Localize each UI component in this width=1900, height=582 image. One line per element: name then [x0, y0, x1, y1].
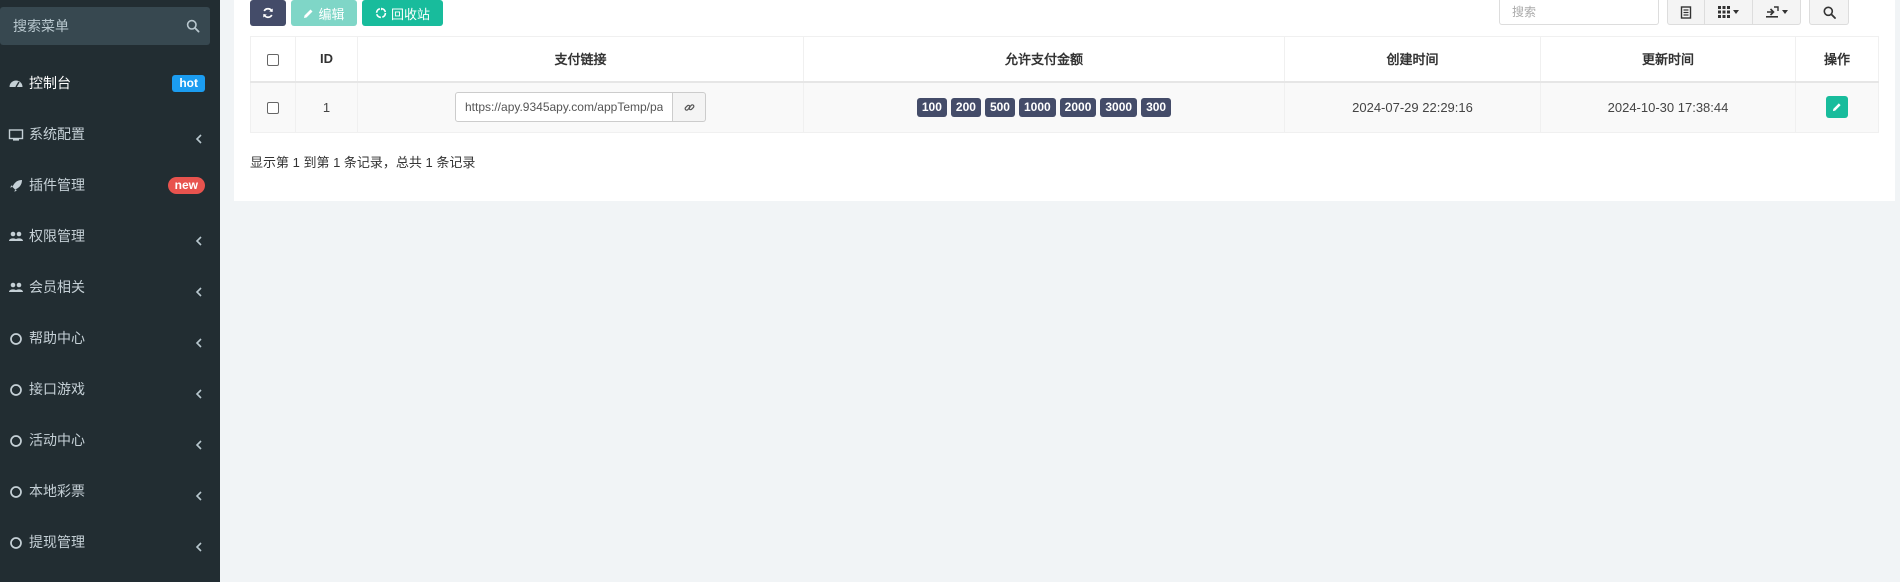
- circle-icon: [10, 435, 22, 447]
- menu-search-input[interactable]: [0, 7, 180, 45]
- caret-down-icon: [1733, 10, 1739, 14]
- header-pay-link[interactable]: 支付链接: [357, 36, 804, 83]
- chevron-left-icon: [195, 389, 202, 399]
- search-icon: [1823, 6, 1836, 19]
- hot-badge: hot: [172, 75, 205, 92]
- sidebar-item-dashboard[interactable]: 控制台 hot: [0, 58, 220, 109]
- sidebar-item-api-games[interactable]: 接口游戏: [0, 364, 220, 415]
- table-header-row: ID 支付链接 允许支付金额 创建时间 更新时间 操作: [250, 36, 1879, 83]
- amounts-cell: 100 200 500 1000 2000 3000 300: [803, 81, 1285, 133]
- list-view-icon: [1680, 5, 1692, 19]
- row-created-time: 2024-07-29 22:29:16: [1284, 81, 1541, 133]
- header-amounts[interactable]: 允许支付金额: [803, 36, 1285, 83]
- edit-button-label: 编辑: [318, 6, 345, 22]
- chevron-left-icon: [195, 236, 202, 246]
- amount-label: 300: [1141, 97, 1172, 117]
- header-created[interactable]: 创建时间: [1284, 36, 1541, 83]
- pay-link-group: [455, 92, 706, 123]
- sidebar-item-members[interactable]: 会员相关: [0, 262, 220, 313]
- sidebar-item-help-center[interactable]: 帮助中心: [0, 313, 220, 364]
- chevron-left-icon: [195, 542, 202, 552]
- header-id[interactable]: ID: [295, 36, 358, 83]
- sidebar-item-system-config[interactable]: 系统配置: [0, 109, 220, 160]
- rocket-icon: [10, 180, 22, 192]
- row-updated-time: 2024-10-30 17:38:44: [1540, 81, 1796, 133]
- amount-label: 500: [984, 97, 1015, 117]
- sidebar-item-label: 会员相关: [29, 279, 85, 295]
- pencil-icon: [304, 9, 313, 18]
- grid-icon: [1718, 6, 1730, 18]
- content-panel: 编辑 回收站 ID 支付链接 允许支付金额 创建时间 更新时间 操作: [234, 0, 1895, 201]
- row-id: 1: [295, 81, 358, 133]
- sidebar-item-label: 插件管理: [29, 177, 85, 193]
- recycle-bin-label: 回收站: [390, 6, 430, 22]
- row-actions-cell: [1795, 81, 1879, 133]
- caret-down-icon: [1782, 10, 1788, 14]
- sidebar-item-activity-center[interactable]: 活动中心: [0, 415, 220, 466]
- select-all-cell: [250, 36, 296, 83]
- table-search-input[interactable]: [1499, 0, 1659, 25]
- desktop-icon: [8, 129, 24, 141]
- chevron-left-icon: [195, 287, 202, 297]
- circle-icon: [10, 384, 22, 396]
- sidebar: 控制台 hot 系统配置 插件管理 new 权限管理 会员相关 帮助中心 接口游…: [0, 0, 220, 582]
- header-actions: 操作: [1795, 36, 1879, 83]
- toggle-view-button[interactable]: [1667, 0, 1705, 25]
- refresh-button[interactable]: [250, 0, 286, 26]
- select-all-checkbox[interactable]: [267, 53, 279, 66]
- sidebar-item-local-lottery[interactable]: 本地彩票: [0, 466, 220, 517]
- pagination-info: 显示第 1 到第 1 条记录，总共 1 条记录: [250, 155, 476, 170]
- table-row: 1 100200500100020003000300 2024-07-29 22…: [250, 81, 1879, 133]
- sidebar-item-withdrawals[interactable]: 提现管理: [0, 517, 220, 568]
- amount-label: 3000: [1100, 97, 1138, 117]
- circle-icon: [10, 537, 22, 549]
- chevron-left-icon: [195, 491, 202, 501]
- search-icon[interactable]: [186, 19, 200, 33]
- sidebar-item-label: 本地彩票: [29, 483, 85, 499]
- columns-button[interactable]: [1704, 0, 1753, 25]
- pay-link-input[interactable]: [455, 92, 673, 123]
- amount-label: 2000: [1059, 97, 1097, 117]
- chevron-left-icon: [195, 338, 202, 348]
- sidebar-item-label: 提现管理: [29, 534, 85, 550]
- sidebar-item-label: 控制台: [29, 75, 71, 91]
- edit-button[interactable]: 编辑: [291, 0, 357, 26]
- sidebar-item-label: 接口游戏: [29, 381, 85, 397]
- circle-icon: [10, 486, 22, 498]
- row-select-cell: [250, 81, 296, 133]
- row-checkbox[interactable]: [267, 102, 279, 115]
- new-badge: new: [167, 177, 205, 194]
- users-icon: [9, 282, 23, 292]
- dashboard-icon: [9, 80, 23, 88]
- recycle-icon: [375, 7, 387, 19]
- users-icon: [9, 231, 23, 241]
- sidebar-item-label: 权限管理: [29, 228, 85, 244]
- advanced-search-button[interactable]: [1809, 0, 1849, 25]
- sidebar-item-label: 活动中心: [29, 432, 85, 448]
- sidebar-item-label: 系统配置: [29, 126, 85, 142]
- header-updated[interactable]: 更新时间: [1540, 36, 1796, 83]
- data-table: ID 支付链接 允许支付金额 创建时间 更新时间 操作 1 https://ap…: [250, 36, 1879, 133]
- circle-icon: [10, 333, 22, 345]
- link-icon: [684, 104, 694, 111]
- sidebar-item-label: 帮助中心: [29, 330, 85, 346]
- chevron-left-icon: [195, 440, 202, 450]
- export-button[interactable]: [1752, 0, 1801, 25]
- sidebar-item-plugins[interactable]: 插件管理 new: [0, 160, 220, 211]
- amount-label: 100: [916, 97, 947, 117]
- chevron-left-icon: [195, 134, 202, 144]
- refresh-icon: [263, 7, 273, 19]
- recycle-bin-button[interactable]: 回收站: [362, 0, 443, 26]
- sidebar-item-permissions[interactable]: 权限管理: [0, 211, 220, 262]
- pencil-icon: [1832, 103, 1841, 112]
- row-edit-button[interactable]: [1826, 96, 1848, 119]
- pay-link-cell: [357, 81, 804, 133]
- amount-label: 200: [950, 97, 981, 117]
- menu-search: [0, 7, 210, 45]
- open-link-button[interactable]: [673, 92, 706, 123]
- export-icon: [1766, 6, 1779, 18]
- amount-label: 1000: [1018, 97, 1056, 117]
